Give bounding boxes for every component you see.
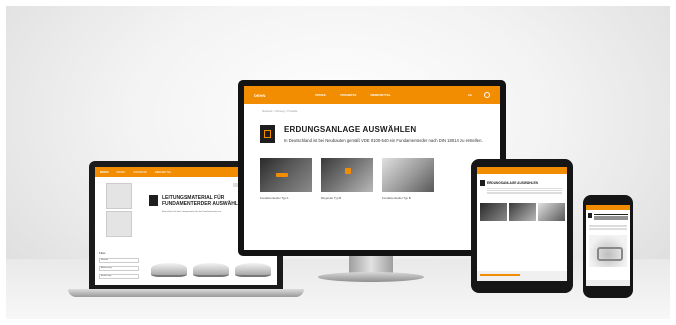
filter-title: Filter bbox=[99, 251, 106, 255]
cart-icon[interactable] bbox=[484, 92, 490, 98]
laptop-sidebar: Filter Material Abmessung Ausführung bbox=[99, 181, 139, 279]
filter-field-abmessung[interactable]: Abmessung bbox=[99, 266, 139, 271]
category-badge-icon bbox=[588, 213, 592, 218]
tablet-footer bbox=[477, 271, 567, 281]
category-badge-icon bbox=[149, 195, 158, 206]
monitor-logo[interactable]: DEHN bbox=[254, 93, 265, 98]
product-image[interactable] bbox=[235, 263, 271, 277]
laptop-base bbox=[68, 289, 304, 297]
phone-page-title bbox=[594, 213, 628, 221]
breadcrumb[interactable]: Startseite > Planung > Produkte bbox=[244, 104, 500, 113]
page-title: ERDUNGSANLAGE AUSWÄHLEN bbox=[284, 125, 417, 134]
phone-nav-bar[interactable] bbox=[586, 205, 630, 210]
option-card-label: Fundamenterder Typ A bbox=[260, 195, 289, 200]
product-image[interactable] bbox=[589, 235, 627, 267]
product-image[interactable] bbox=[151, 263, 187, 277]
product-mockup-stage: DEHN PROFIL PROJEKTE MERKZETTEL Filter M… bbox=[6, 6, 670, 319]
option-card-fundamenterder-b[interactable]: Fundamenterder Typ B bbox=[382, 157, 434, 200]
filter-field-ausfuehrung[interactable]: Ausführung bbox=[99, 274, 139, 279]
option-card[interactable] bbox=[480, 203, 507, 221]
nav-projekte[interactable]: PROJEKTE bbox=[340, 93, 356, 97]
tablet: ERDUNGSANLAGE AUSWÄHLEN bbox=[471, 159, 573, 293]
monitor-screen: DEHN PROFIL PROJEKTE MERKZETTEL DE Start… bbox=[244, 86, 500, 250]
option-card-ringerder-b[interactable]: Ringerder Typ B bbox=[321, 157, 373, 200]
desktop-monitor: DEHN PROFIL PROJEKTE MERKZETTEL DE Start… bbox=[238, 80, 506, 256]
option-card-image bbox=[382, 157, 434, 192]
phone-screen bbox=[586, 205, 630, 286]
category-badge-icon bbox=[480, 180, 485, 186]
tablet-page-title: ERDUNGSANLAGE AUSWÄHLEN bbox=[487, 181, 538, 185]
option-card-fundamenterder-a[interactable]: Fundamenterder Typ A bbox=[260, 157, 312, 200]
laptop-product-row bbox=[151, 263, 271, 277]
filter-field-material[interactable]: Material bbox=[99, 258, 139, 263]
option-card[interactable] bbox=[509, 203, 536, 221]
tablet-nav-bar[interactable] bbox=[477, 167, 567, 174]
option-card-label: Ringerder Typ B bbox=[321, 195, 342, 200]
language-switch[interactable]: DE bbox=[468, 93, 472, 97]
laptop-nav-profil[interactable]: PROFIL bbox=[117, 171, 126, 174]
phone-page-text bbox=[589, 224, 627, 230]
page-heading: ERDUNGSANLAGE AUSWÄHLEN In Deutschland i… bbox=[244, 113, 500, 144]
laptop-nav-projekte[interactable]: PROJEKTE bbox=[134, 171, 147, 174]
product-image[interactable] bbox=[193, 263, 229, 277]
product-thumbnail[interactable] bbox=[106, 183, 132, 209]
tablet-page-text bbox=[487, 187, 562, 195]
page-description: In Deutschland ist bei Neubauten gemäß V… bbox=[284, 138, 483, 143]
phone-footer bbox=[586, 280, 630, 286]
option-cards: Fundamenterder Typ A Ringerder Typ B Fun… bbox=[244, 144, 500, 200]
laptop-nav-merkzettel[interactable]: MERKZETTEL bbox=[155, 171, 172, 174]
grounding-symbol-icon bbox=[264, 130, 271, 138]
option-card-label: Fundamenterder Typ B bbox=[382, 195, 411, 200]
grounding-category-icon bbox=[260, 125, 275, 143]
option-card-image bbox=[260, 157, 312, 192]
monitor-nav-bar: DEHN PROFIL PROJEKTE MERKZETTEL DE bbox=[244, 86, 500, 104]
option-card-image bbox=[321, 157, 373, 192]
product-thumbnail[interactable] bbox=[106, 211, 132, 237]
monitor-stand-foot bbox=[318, 272, 424, 282]
nav-merkzettel[interactable]: MERKZETTEL bbox=[371, 93, 391, 97]
laptop-logo[interactable]: DEHN bbox=[100, 170, 109, 174]
tablet-option-cards bbox=[480, 203, 565, 221]
tablet-screen: ERDUNGSANLAGE AUSWÄHLEN bbox=[477, 167, 567, 281]
nav-profil[interactable]: PROFIL bbox=[315, 93, 326, 97]
smartphone bbox=[583, 195, 633, 298]
option-card[interactable] bbox=[538, 203, 565, 221]
